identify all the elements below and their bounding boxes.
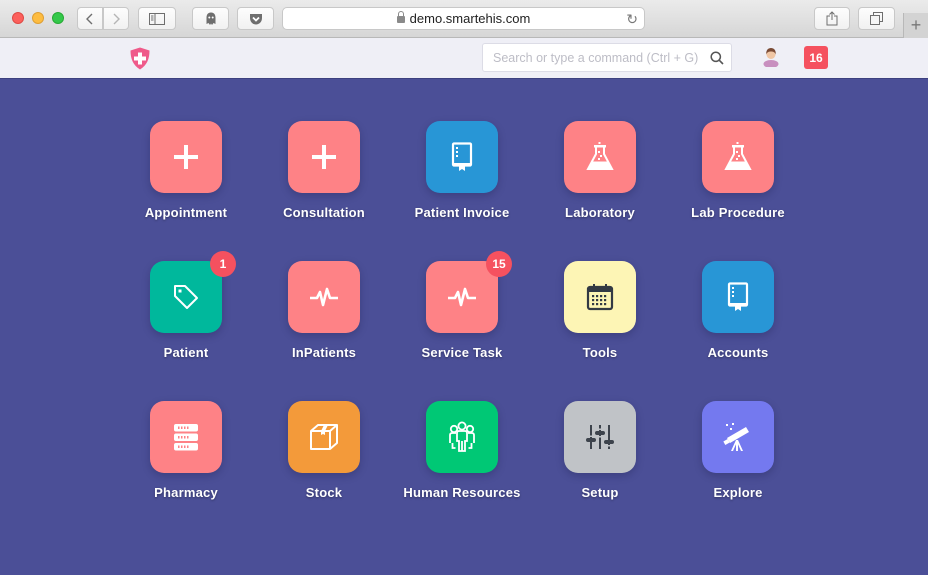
ghost-icon [206,12,215,25]
app-header: 16 [0,38,928,79]
module-inpatients[interactable]: InPatients [255,261,393,401]
plus-icon [312,145,336,169]
people-icon [449,421,475,452]
plus-icon [174,145,198,169]
reload-icon[interactable]: ↻ [626,11,638,28]
module-label: Consultation [283,205,365,220]
new-tab-button[interactable]: + [903,13,928,38]
module-icon-tile[interactable] [150,261,222,333]
module-icon-tile[interactable] [564,121,636,193]
share-button[interactable] [814,7,850,30]
module-label: Appointment [144,205,228,220]
zoom-window-button[interactable] [52,12,64,24]
module-label: InPatients [291,345,357,360]
box-icon [310,424,338,450]
module-label: Explore [713,485,763,500]
module-consultation[interactable]: Consultation [255,121,393,261]
book-icon [451,142,473,171]
pocket-icon [249,13,262,24]
module-appointment[interactable]: Appointment [117,121,255,261]
module-icon-tile[interactable] [564,401,636,473]
ghostery-extension-button[interactable] [192,7,229,30]
module-icon-tile[interactable] [288,261,360,333]
module-label: Tools [582,345,618,360]
search-icon[interactable] [710,51,724,65]
module-label: Patient Invoice [414,205,510,220]
sliders-icon [586,425,614,449]
module-explore[interactable]: Explore [669,401,807,541]
module-icon-tile[interactable] [150,121,222,193]
lock-icon [396,11,405,23]
notification-count-badge: 15 [486,251,512,277]
tag-icon [174,285,198,309]
address-bar[interactable]: demo.smartehis.com ↻ [282,7,645,30]
close-window-button[interactable] [12,12,24,24]
module-human-resources[interactable]: Human Resources [393,401,531,541]
forward-button[interactable] [103,7,129,30]
browser-toolbar: demo.smartehis.com ↻ + [0,0,928,38]
user-avatar[interactable] [762,47,780,72]
module-icon-tile[interactable] [564,261,636,333]
module-setup[interactable]: Setup [531,401,669,541]
module-service-task[interactable]: Service Task 15 [393,251,531,401]
module-icon-tile[interactable] [426,121,498,193]
module-accounts[interactable]: Accounts [669,261,807,401]
sidebar-toggle-button[interactable] [138,7,176,30]
back-button[interactable] [77,7,103,30]
server-icon [174,424,198,451]
module-icon-tile[interactable] [288,401,360,473]
flask-icon [724,142,752,170]
user-icon [763,48,779,68]
shield-plus-icon [130,47,150,70]
module-label: Human Resources [403,485,521,500]
sidebar-icon [149,12,165,25]
module-pharmacy[interactable]: Pharmacy [117,401,255,541]
module-label: Accounts [707,345,769,360]
module-stock[interactable]: Stock [255,401,393,541]
module-patient[interactable]: Patient 1 [117,251,255,401]
telescope-icon [723,423,749,451]
module-label: Setup [581,485,619,500]
pulse-icon [448,287,476,307]
pocket-extension-button[interactable] [237,7,274,30]
module-icon-tile[interactable] [426,261,498,333]
module-label: Service Task [421,345,503,360]
flask-icon [586,142,614,170]
notifications-badge[interactable]: 16 [804,46,828,69]
command-search [482,43,732,72]
module-icon-tile[interactable] [150,401,222,473]
module-patient-invoice[interactable]: Patient Invoice [393,121,531,261]
module-label: Pharmacy [154,485,218,500]
module-tools[interactable]: Tools [531,261,669,401]
module-icon-tile[interactable] [702,401,774,473]
module-label: Laboratory [565,205,635,220]
module-icon-tile[interactable] [426,401,498,473]
book-icon [727,282,749,311]
chevron-left-icon [86,13,93,24]
module-icon-tile[interactable] [702,121,774,193]
module-lab-procedure[interactable]: Lab Procedure [669,121,807,261]
share-icon [826,11,838,26]
app-logo[interactable] [130,47,150,75]
minimize-window-button[interactable] [32,12,44,24]
module-icon-tile[interactable] [702,261,774,333]
chevron-right-icon [113,13,120,24]
module-icon-tile[interactable] [288,121,360,193]
module-label: Patient [163,345,209,360]
module-grid: Appointment Consultation Patient Invoice La… [117,121,807,541]
tabs-overview-button[interactable] [858,7,895,30]
url-text: demo.smartehis.com [409,11,531,26]
tabs-icon [870,12,883,25]
notification-count-badge: 1 [210,251,236,277]
calendar-icon [586,284,614,311]
search-input[interactable] [483,44,703,71]
module-label: Stock [305,485,343,500]
module-laboratory[interactable]: Laboratory [531,121,669,261]
module-label: Lab Procedure [691,205,785,220]
pulse-icon [310,287,338,307]
